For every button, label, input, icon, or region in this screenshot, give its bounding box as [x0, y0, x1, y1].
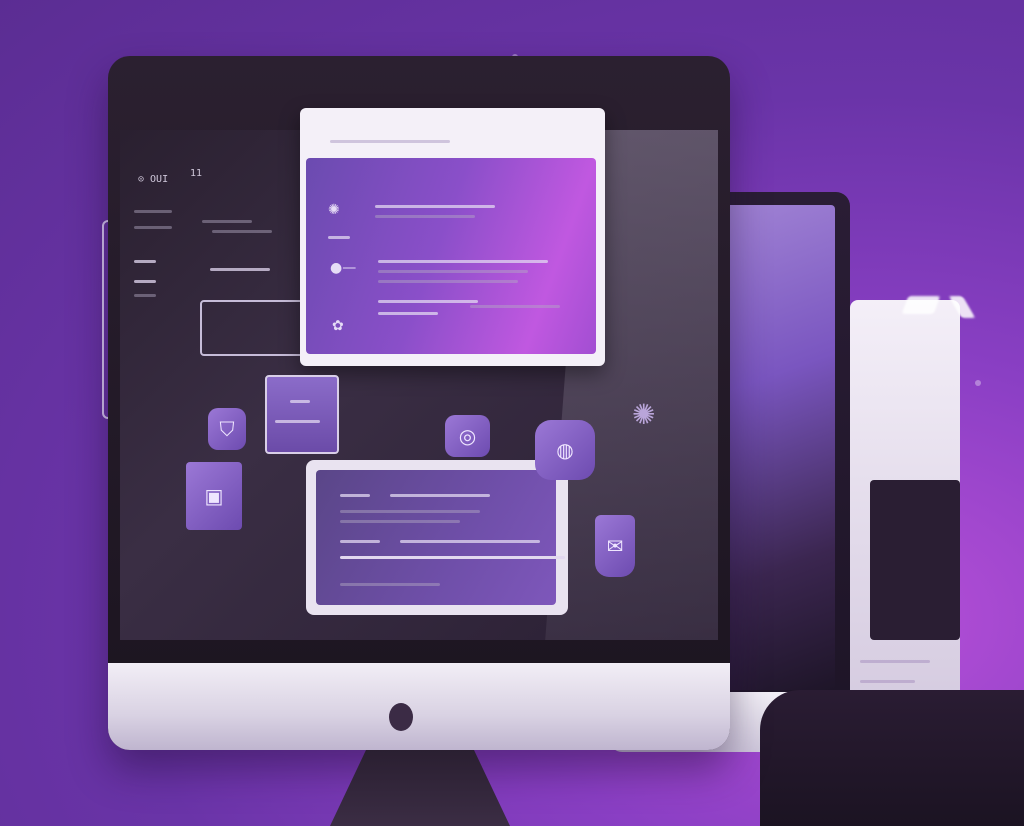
image-icon: ▣	[186, 462, 242, 530]
panel-line	[340, 540, 380, 543]
card-line	[290, 400, 310, 403]
screen-topbar-left: ⊙ OUI	[138, 174, 169, 185]
toggle-icon: ●—	[330, 260, 357, 276]
tag-icon: ✉	[595, 515, 635, 577]
bg-dot	[975, 380, 981, 386]
sidebar-line	[134, 210, 172, 213]
main-window-content	[306, 158, 596, 354]
panel-line	[340, 494, 370, 497]
gear-icon: ✺	[328, 202, 340, 218]
device-line	[860, 680, 915, 683]
bug-icon: ✿	[332, 318, 344, 334]
small-card	[265, 375, 339, 454]
sidebar-line	[134, 260, 156, 263]
panel-line	[340, 556, 565, 559]
monitor-logo	[389, 703, 413, 731]
window-line	[378, 300, 478, 303]
card-line	[275, 420, 320, 423]
globe-icon: ◍	[535, 420, 595, 480]
window-line	[375, 215, 475, 218]
content-frame	[200, 300, 304, 356]
panel-line	[340, 510, 480, 513]
coin-icon: ◎	[445, 415, 490, 457]
window-line	[470, 305, 560, 308]
sidebar-line	[134, 280, 156, 283]
menu-line	[212, 230, 272, 233]
sidebar-line	[134, 294, 156, 297]
panel-line	[390, 494, 490, 497]
window-title-line	[330, 140, 450, 143]
window-line	[378, 280, 518, 283]
sidebar-line	[134, 226, 172, 229]
desk-shape	[760, 690, 1024, 826]
window-line	[328, 236, 350, 239]
panel-line	[400, 540, 540, 543]
side-device-panel	[870, 480, 960, 640]
window-line	[378, 260, 548, 263]
monitor-stand	[330, 750, 510, 826]
light-glow	[901, 296, 941, 314]
screen-topbar-right: 11	[190, 168, 203, 179]
shield-icon: ⛉	[208, 408, 246, 450]
menu-line	[202, 220, 252, 223]
monitor-chin	[108, 663, 730, 750]
panel-line	[340, 520, 460, 523]
device-line	[860, 660, 930, 663]
window-line	[375, 205, 495, 208]
window-line	[378, 312, 438, 315]
bug-icon: ✺	[632, 398, 656, 431]
panel-line	[340, 583, 440, 586]
window-line	[378, 270, 528, 273]
menu-line	[210, 268, 270, 271]
